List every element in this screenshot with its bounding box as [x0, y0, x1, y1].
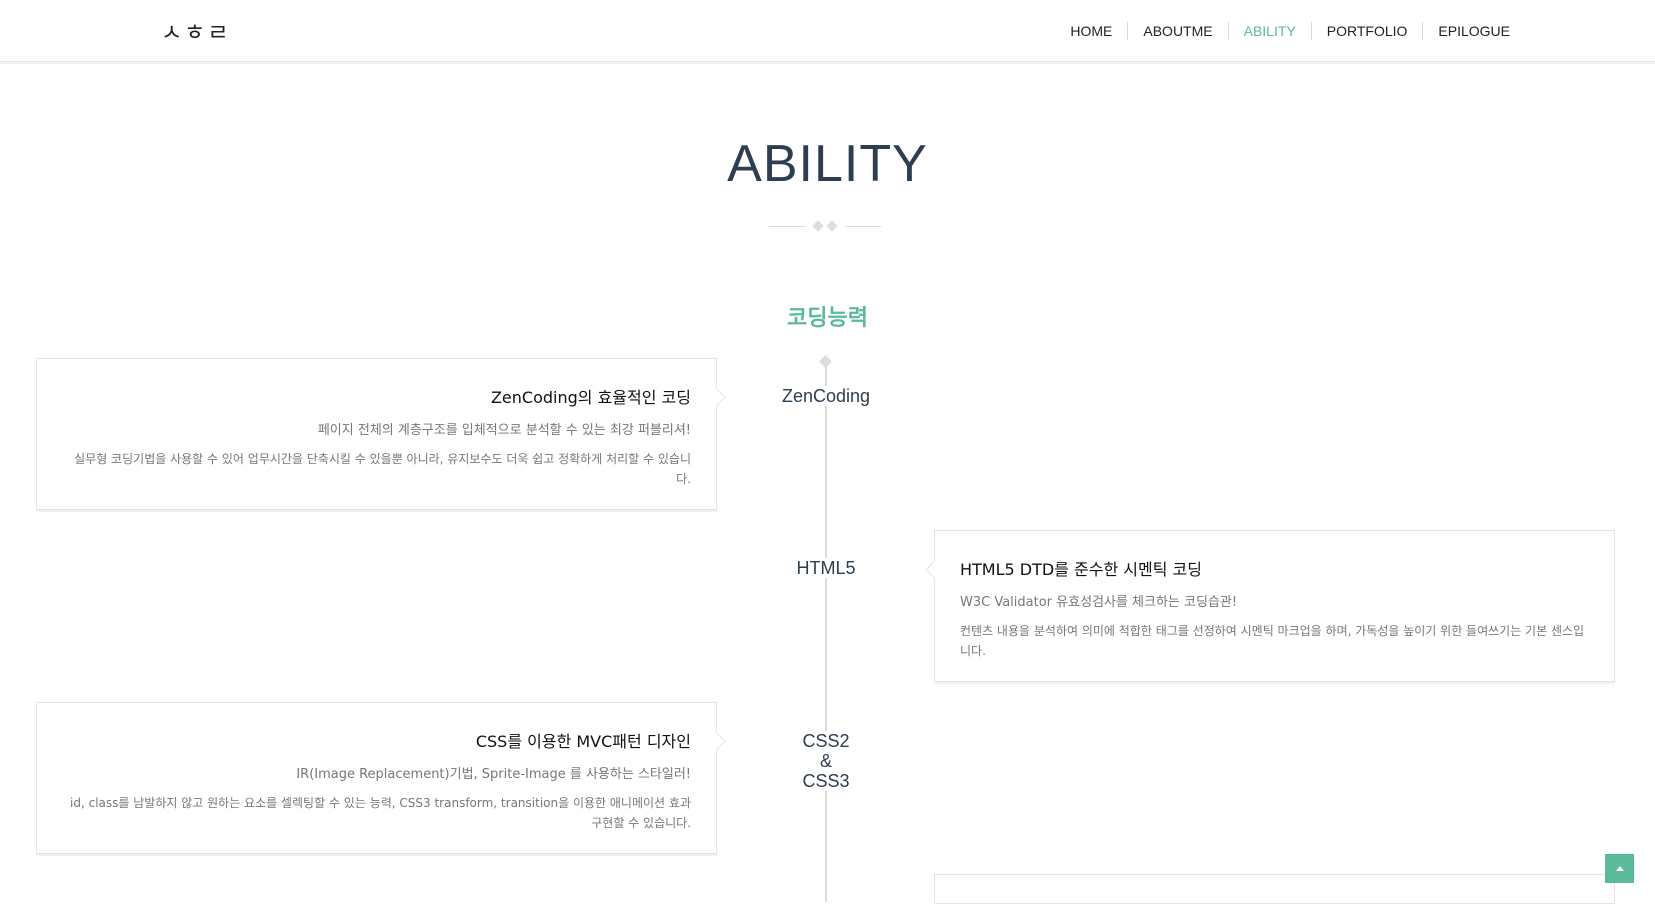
card-title: HTML5 DTD를 준수한 시멘틱 코딩	[960, 560, 1202, 579]
card-pointer	[925, 560, 944, 579]
timeline-card: CSS를 이용한 MVC패턴 디자인 IR(Image Replacement)…	[36, 702, 726, 854]
section-title: ABILITY	[727, 135, 928, 193]
nav-portfolio[interactable]: PORTFOLIO	[1310, 22, 1423, 40]
title-divider	[769, 219, 881, 235]
timeline-card: HTML5 DTD를 준수한 시멘틱 코딩 W3C Validator 유효성검…	[925, 530, 1615, 682]
timeline-card-partial	[934, 874, 1615, 904]
card-desc: 페이지 전체의 계층구조를 입체적으로 분석할 수 있는 최강 퍼블리셔!	[317, 423, 691, 438]
card-detail: 실무형 코딩기법을 사용할 수 있어 업무시간을 단축시킬 수 있을뿐 아니라,…	[74, 452, 691, 486]
divider-line	[845, 226, 881, 227]
nav-aboutme[interactable]: ABOUTME	[1127, 22, 1227, 40]
timeline-label-line: &	[819, 751, 832, 771]
timeline-label: CSS2 & CSS3	[766, 731, 886, 791]
timeline-label: ZenCoding	[766, 386, 886, 406]
nav-epilogue[interactable]: EPILOGUE	[1422, 22, 1525, 40]
card-detail: id, class를 남발하지 않고 원하는 요소를 셀렉팅할 수 있는 능력,…	[70, 796, 691, 830]
site-logo[interactable]: ㅅㅎㄹ	[161, 13, 230, 47]
section-subtitle: 코딩능력	[787, 306, 868, 331]
timeline-label-line: CSS2	[802, 731, 850, 751]
scroll-top-button[interactable]	[1605, 854, 1634, 883]
main-nav: HOME ABOUTME ABILITY PORTFOLIO EPILOGUE	[1055, 22, 1525, 40]
card-pointer	[707, 732, 726, 751]
card-desc: W3C Validator 유효성검사를 체크하는 코딩습관!	[960, 595, 1238, 610]
divider-line	[769, 226, 805, 227]
card-detail: 컨텐츠 내용을 분석하여 의미에 적합한 태그를 선정하여 시멘틱 마크업을 하…	[960, 624, 1585, 658]
site-header: ㅅㅎㄹ HOME ABOUTME ABILITY PORTFOLIO EPILO…	[0, 0, 1655, 62]
card-desc: IR(Image Replacement)기법, Sprite-Image 를 …	[296, 767, 691, 782]
card-pointer	[707, 388, 726, 407]
timeline-card: ZenCoding의 효율적인 코딩 페이지 전체의 계층구조를 입체적으로 분…	[36, 358, 726, 510]
chevron-up-icon	[1615, 866, 1624, 871]
card-title: ZenCoding의 효율적인 코딩	[490, 388, 691, 407]
timeline-line	[825, 362, 827, 902]
diamond-icon	[826, 220, 838, 232]
timeline-label: HTML5	[766, 558, 886, 578]
timeline-label-line: CSS3	[802, 771, 850, 791]
card-title: CSS를 이용한 MVC패턴 디자인	[475, 732, 691, 751]
nav-home[interactable]: HOME	[1055, 22, 1127, 40]
nav-ability[interactable]: ABILITY	[1227, 22, 1311, 40]
diamond-icon	[812, 220, 824, 232]
timeline-diamond-icon	[819, 355, 832, 368]
